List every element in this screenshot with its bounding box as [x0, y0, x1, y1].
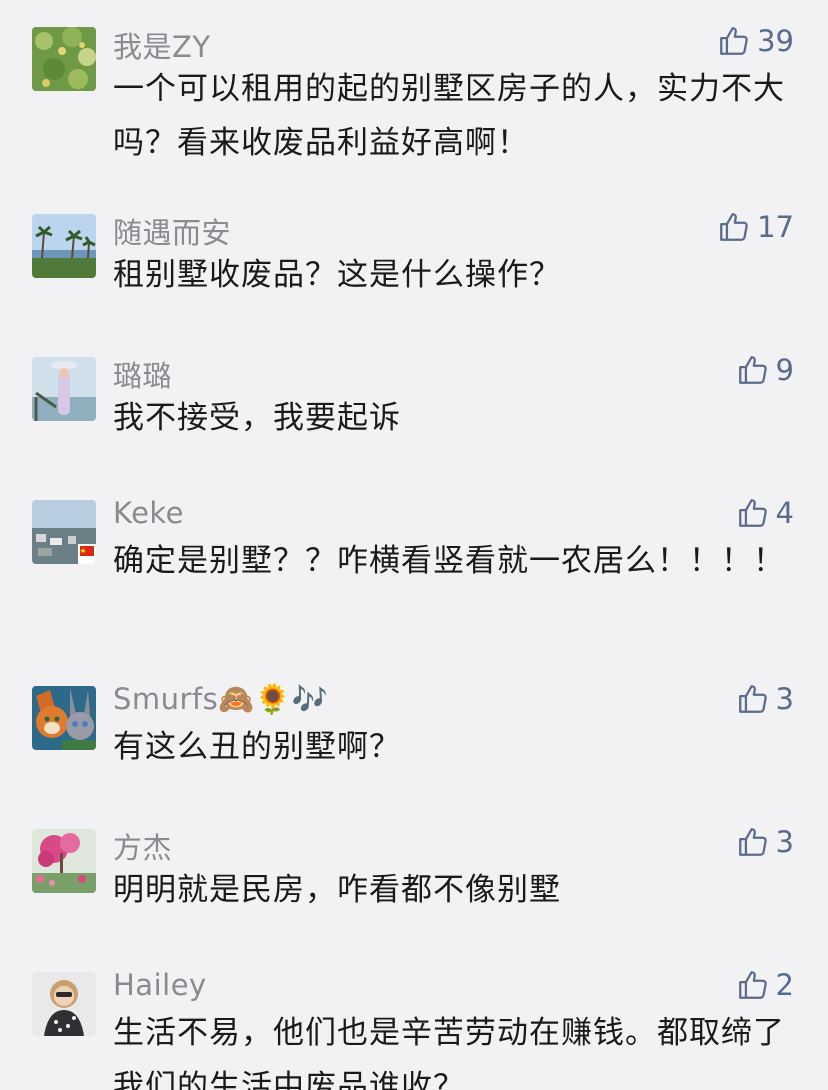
like-button[interactable]: 17: [717, 210, 794, 244]
username[interactable]: Keke: [113, 496, 184, 530]
comment-text: 有这么丑的别墅啊？: [113, 729, 401, 765]
thumbs-up-icon: [738, 685, 767, 713]
avatar[interactable]: [32, 27, 96, 91]
username[interactable]: Hailey: [113, 968, 207, 1002]
thumbs-up-icon: [738, 828, 767, 856]
avatar[interactable]: [32, 972, 96, 1036]
like-count: 3: [775, 682, 794, 716]
like-button[interactable]: 3: [736, 825, 794, 859]
avatar[interactable]: [32, 829, 96, 893]
username[interactable]: 随遇而安: [113, 210, 231, 252]
comment-text: 一个可以租用的起的别墅区房子的人，实力不大吗？看来收废品利益好高啊！: [113, 71, 785, 161]
like-count: 17: [757, 210, 794, 244]
comment-text: 租别墅收废品？这是什么操作？: [113, 257, 561, 293]
comment-text: 明明就是民房，咋看都不像别墅: [113, 872, 561, 908]
comment-text: 生活不易，他们也是辛苦劳动在赚钱。都取缔了我们的生活中废品谁收？: [113, 1015, 785, 1090]
thumbs-up-icon: [720, 213, 748, 241]
thumbs-up-icon: [738, 356, 767, 384]
avatar[interactable]: [32, 357, 96, 421]
username[interactable]: Smurfs🙈🌻🎶: [113, 682, 328, 717]
avatar[interactable]: [32, 214, 96, 278]
username[interactable]: 璐璐: [113, 353, 172, 395]
thumbs-up-icon: [738, 499, 767, 527]
avatar[interactable]: [32, 500, 96, 564]
like-count: 3: [775, 825, 794, 859]
username[interactable]: 方杰: [113, 825, 172, 867]
like-button[interactable]: 9: [736, 353, 794, 387]
thumbs-up-icon: [720, 27, 748, 55]
like-button[interactable]: 2: [736, 968, 794, 1002]
like-count: 4: [775, 496, 794, 530]
like-button[interactable]: 3: [736, 682, 794, 716]
like-count: 39: [757, 24, 794, 58]
comment-text: 我不接受，我要起诉: [113, 400, 401, 436]
thumbs-up-icon: [738, 971, 767, 999]
username[interactable]: 我是ZY: [113, 24, 211, 66]
avatar[interactable]: [32, 686, 96, 750]
like-count: 9: [775, 353, 794, 387]
like-button[interactable]: 4: [736, 496, 794, 530]
comment-text: 确定是别墅？？咋横看竖看就一农居么！！！！: [113, 543, 785, 579]
like-button[interactable]: 39: [717, 24, 794, 58]
like-count: 2: [775, 968, 794, 1002]
